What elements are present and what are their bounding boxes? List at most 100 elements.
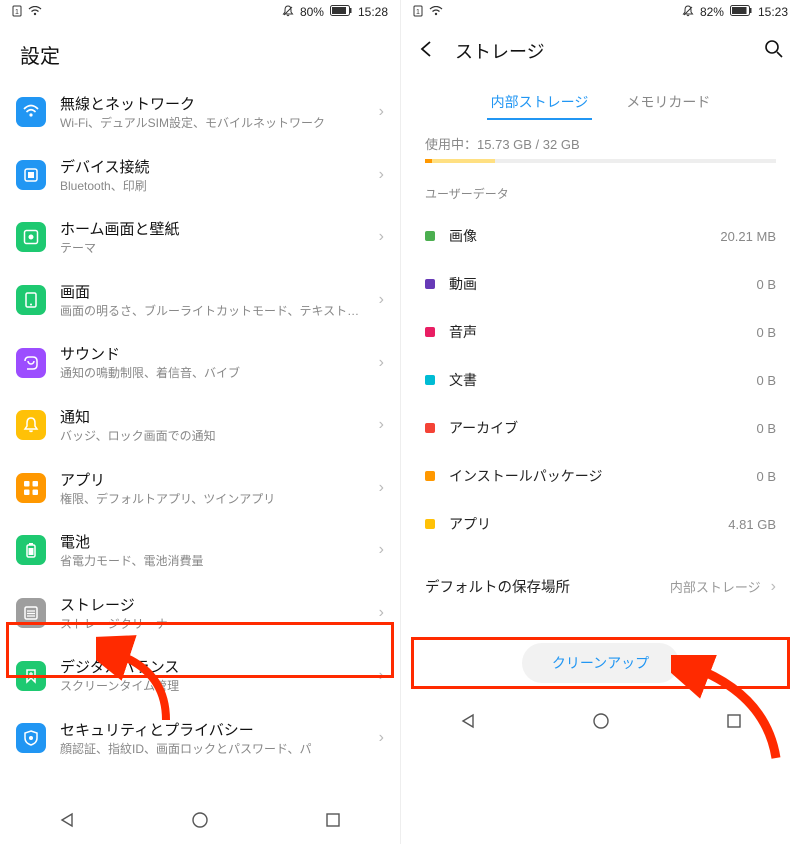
settings-item-text: ストレージストレージクリーナー — [60, 594, 365, 633]
back-icon[interactable] — [417, 39, 437, 64]
nav-back[interactable] — [457, 710, 479, 732]
data-item-2[interactable]: 音声 0 B — [409, 308, 792, 356]
settings-item-title: 無線とネットワーク — [60, 93, 365, 114]
settings-item-sub: 権限、デフォルトアプリ、ツインアプリ — [60, 492, 365, 508]
annotation-arrow-default — [671, 655, 781, 765]
tab-memorycard[interactable]: メモリカード — [622, 86, 714, 120]
settings-item-icon — [16, 723, 46, 753]
settings-item-sub: テーマ — [60, 241, 365, 257]
data-item-6[interactable]: アプリ 4.81 GB — [409, 500, 792, 548]
data-value: 0 B — [756, 469, 776, 484]
settings-item-title: ホーム画面と壁紙 — [60, 218, 365, 239]
settings-item-title: 通知 — [60, 406, 365, 427]
chevron-right-icon: › — [379, 291, 384, 309]
settings-item-7[interactable]: 電池省電力モード、電池消費量› — [0, 519, 400, 582]
settings-item-icon — [16, 473, 46, 503]
settings-item-0[interactable]: 無線とネットワークWi-Fi、デュアルSIM設定、モバイルネットワーク› — [0, 81, 400, 144]
settings-item-icon — [16, 598, 46, 628]
settings-item-3[interactable]: 画面画面の明るさ、ブルーライトカットモード、テキストサイズと表示サイズ› — [0, 269, 400, 332]
data-value: 4.81 GB — [728, 517, 776, 532]
settings-item-6[interactable]: アプリ権限、デフォルトアプリ、ツインアプリ › — [0, 457, 400, 520]
sim-icon: 1 — [413, 5, 423, 20]
data-dot — [425, 519, 435, 529]
settings-list[interactable]: 無線とネットワークWi-Fi、デュアルSIM設定、モバイルネットワーク› デバイス… — [0, 81, 400, 800]
battery-icon — [330, 5, 352, 19]
nav-back[interactable] — [56, 809, 78, 831]
wifi-icon — [28, 5, 42, 19]
settings-item-title: アプリ — [60, 469, 365, 490]
data-label: インストールパッケージ — [449, 466, 742, 486]
nav-home[interactable] — [189, 809, 211, 831]
data-label: アーカイブ — [449, 418, 742, 438]
settings-item-4[interactable]: サウンド通知の鳴動制限、着信音、バイブ› — [0, 331, 400, 394]
data-label: アプリ — [449, 514, 714, 534]
chevron-right-icon: › — [379, 228, 384, 246]
battery-pct: 82% — [700, 5, 724, 19]
chevron-right-icon: › — [379, 416, 384, 434]
wifi-icon — [429, 5, 443, 19]
settings-item-sub: バッジ、ロック画面での通知 — [60, 429, 365, 445]
default-location-value: 内部ストレージ — [670, 577, 761, 596]
progress-segment — [432, 159, 495, 163]
default-location-row[interactable]: デフォルトの保存場所 内部ストレージ › — [413, 560, 788, 613]
tab-internal[interactable]: 内部ストレージ — [487, 86, 593, 120]
settings-item-text: アプリ権限、デフォルトアプリ、ツインアプリ — [60, 469, 365, 508]
data-item-5[interactable]: インストールパッケージ 0 B — [409, 452, 792, 500]
data-value: 0 B — [756, 373, 776, 388]
data-item-0[interactable]: 画像 20.21 MB — [409, 212, 792, 260]
settings-item-2[interactable]: ホーム画面と壁紙テーマ › — [0, 206, 400, 269]
nav-bar — [0, 800, 400, 844]
battery-pct: 80% — [300, 5, 324, 19]
sim-icon: 1 — [12, 5, 22, 20]
chevron-right-icon: › — [379, 604, 384, 622]
settings-item-sub: ストレージクリーナー — [60, 617, 365, 633]
data-item-1[interactable]: 動画0 B — [409, 260, 792, 308]
settings-item-icon — [16, 410, 46, 440]
settings-item-icon — [16, 285, 46, 315]
svg-text:1: 1 — [15, 9, 19, 16]
nav-recent[interactable] — [322, 809, 344, 831]
data-label: 画像 — [449, 226, 706, 246]
data-dot — [425, 375, 435, 385]
data-label: 文書 — [449, 370, 742, 390]
data-value: 0 B — [756, 421, 776, 436]
settings-item-icon — [16, 661, 46, 691]
settings-item-sub: Bluetooth、印刷 — [60, 179, 365, 195]
data-label: 動画 — [449, 274, 742, 294]
svg-text:1: 1 — [416, 9, 420, 16]
search-icon[interactable] — [764, 39, 784, 64]
settings-item-10[interactable]: セキュリティとプライバシー顔認証、指紋ID、画面ロックとパスワード、パ› — [0, 707, 400, 770]
data-list: 画像20.21 MB動画0 B音声0 B文書0 Bアーカイブ0 Bインストールパ… — [401, 212, 800, 548]
data-value: 0 B — [756, 325, 776, 340]
settings-item-text: ホーム画面と壁紙テーマ — [60, 218, 365, 257]
data-label: 音声 — [449, 322, 742, 342]
settings-item-1[interactable]: デバイス接続Bluetooth、印刷› — [0, 144, 400, 207]
chevron-right-icon: › — [379, 541, 384, 559]
chevron-right-icon: › — [379, 103, 384, 121]
chevron-right-icon: › — [379, 354, 384, 372]
cleanup-button[interactable]: クリーンアップ — [522, 643, 679, 683]
annotation-arrow-storage — [96, 635, 176, 725]
chevron-right-icon: › — [379, 667, 384, 685]
chevron-right-icon: › — [379, 479, 384, 497]
settings-item-title: デバイス接続 — [60, 156, 365, 177]
settings-item-icon — [16, 97, 46, 127]
dnd-icon — [682, 5, 694, 20]
settings-item-5[interactable]: 通知バッジ、ロック画面での通知 › — [0, 394, 400, 457]
settings-item-8[interactable]: ストレージストレージクリーナー › — [0, 582, 400, 645]
settings-item-icon — [16, 535, 46, 565]
storage-tabs: 内部ストレージ メモリカード — [401, 78, 800, 120]
data-dot — [425, 231, 435, 241]
progress-segment — [425, 159, 432, 163]
usage-value: 15.73 GB / 32 GB — [477, 137, 580, 152]
data-item-3[interactable]: 文書 0 B — [409, 356, 792, 404]
data-item-4[interactable]: アーカイブ 0 B — [409, 404, 792, 452]
settings-item-title: 画面 — [60, 281, 365, 302]
nav-home[interactable] — [590, 710, 612, 732]
page-title: ストレージ — [455, 38, 746, 64]
data-dot — [425, 471, 435, 481]
data-value: 20.21 MB — [720, 229, 776, 244]
settings-item-text: 通知バッジ、ロック画面での通知 — [60, 406, 365, 445]
battery-icon — [730, 5, 752, 19]
settings-item-9[interactable]: デジタルバランススクリーンタイム管理› — [0, 644, 400, 707]
